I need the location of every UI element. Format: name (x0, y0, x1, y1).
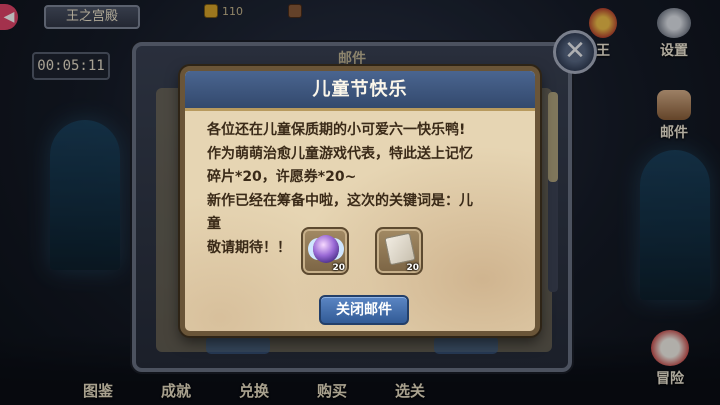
close-mail-button[interactable]: 关闭邮件 (319, 295, 409, 325)
message-line: 各位还在儿童保质期的小可爱六一快乐鸭! (207, 122, 466, 138)
item-count: 20 (332, 263, 345, 273)
reward-item-memory-fragment[interactable]: 20 (301, 227, 349, 275)
message-line: 碎片*20，许愿券*20~ (207, 169, 357, 185)
reward-item-wish-ticket[interactable]: 20 (375, 227, 423, 275)
dialog-title: 儿童节快乐 (185, 71, 535, 111)
item-count: 20 (406, 263, 419, 273)
reward-items: 20 20 (301, 227, 423, 275)
memory-fragment-icon (313, 235, 339, 263)
message-line: 新作已经在筹备中啦，这次的关键词是：儿 (207, 192, 473, 209)
message-line: 作为萌萌治愈儿童游戏代表，特此送上记忆 (207, 145, 473, 162)
wish-ticket-icon (384, 232, 416, 266)
mail-detail-dialog: 儿童节快乐 各位还在儿童保质期的小可爱六一快乐鸭! 作为萌萌治愈儿童游戏代表，特… (180, 66, 540, 336)
